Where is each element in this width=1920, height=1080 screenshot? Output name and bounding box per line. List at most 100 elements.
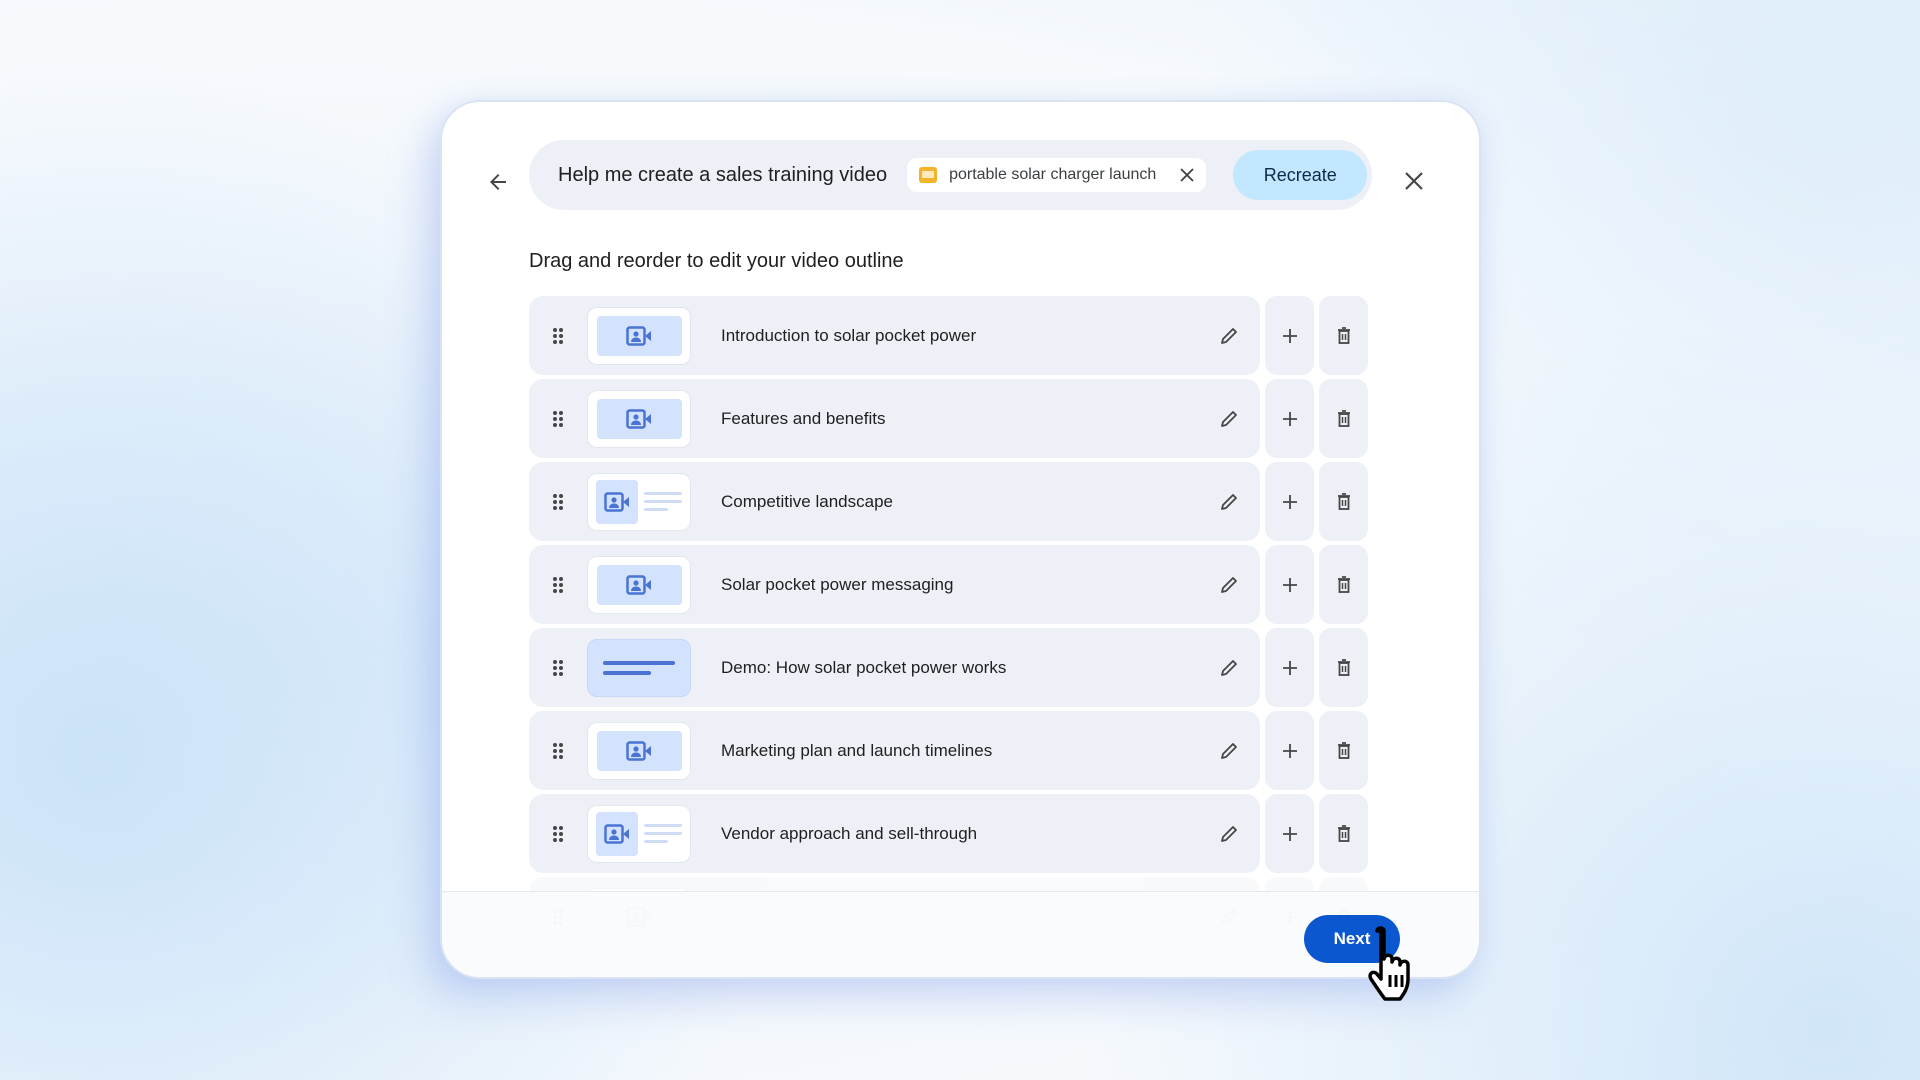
outline-row[interactable]: Demo: How solar pocket power works <box>529 628 1369 707</box>
drag-handle[interactable] <box>529 825 587 843</box>
prompt-bar[interactable]: Help me create a sales training video po… <box>529 140 1372 210</box>
edit-button[interactable] <box>1209 814 1249 854</box>
close-icon <box>1405 172 1423 190</box>
drag-handle-icon <box>553 493 563 510</box>
thumbnail-text <box>587 638 691 697</box>
outline-row-title: Demo: How solar pocket power works <box>721 657 1007 677</box>
video-frame <box>596 730 682 771</box>
outline-row[interactable]: Competitive landscape <box>529 462 1369 541</box>
outline-row[interactable]: Features and benefits <box>529 379 1369 458</box>
drag-handle[interactable] <box>529 327 587 345</box>
outline-row[interactable]: Marketing plan and launch timelines <box>529 711 1369 790</box>
drag-handle-icon <box>553 825 563 842</box>
add-button[interactable] <box>1265 794 1314 873</box>
video-frame <box>596 315 682 356</box>
trash-icon <box>1337 410 1350 427</box>
trash-icon <box>1337 493 1350 510</box>
video-avatar-icon <box>626 574 651 595</box>
footer: Next <box>442 891 1479 977</box>
pencil-icon <box>1221 493 1237 510</box>
video-avatar-icon <box>626 325 651 346</box>
slides-icon <box>919 167 938 183</box>
video-avatar-icon <box>604 491 629 512</box>
edit-button[interactable] <box>1209 316 1249 356</box>
pencil-icon <box>1221 742 1237 759</box>
close-button[interactable] <box>1390 157 1438 205</box>
trash-icon <box>1337 659 1350 676</box>
thumbnail-video <box>587 721 691 780</box>
pencil-icon <box>1221 576 1237 593</box>
outline-row-card[interactable]: Marketing plan and launch timelines <box>529 711 1260 790</box>
drag-handle[interactable] <box>529 659 587 677</box>
outline-row-title: Features and benefits <box>721 408 886 428</box>
outline-heading: Drag and reorder to edit your video outl… <box>529 250 904 272</box>
outline-row[interactable]: Solar pocket power messaging <box>529 545 1369 624</box>
plus-icon <box>1282 826 1297 841</box>
recreate-button[interactable]: Recreate <box>1233 150 1368 200</box>
outline-row-card[interactable]: Vendor approach and sell-through <box>529 794 1260 873</box>
pencil-icon <box>1221 825 1237 842</box>
video-avatar-icon <box>626 408 651 429</box>
edit-button[interactable] <box>1209 482 1249 522</box>
close-icon <box>1180 168 1194 182</box>
hand-pointer-cursor-icon <box>1368 926 1410 1001</box>
add-button[interactable] <box>1265 296 1314 375</box>
edit-button[interactable] <box>1209 731 1249 771</box>
arrow-left-icon <box>490 174 506 190</box>
back-button[interactable] <box>474 158 522 206</box>
pencil-icon <box>1221 410 1237 427</box>
video-frame <box>596 479 638 524</box>
video-frame <box>596 564 682 605</box>
delete-button[interactable] <box>1319 711 1368 790</box>
delete-button[interactable] <box>1319 628 1368 707</box>
outline-dialog: Help me create a sales training video po… <box>440 100 1481 979</box>
thumbnail-video <box>587 555 691 614</box>
add-button[interactable] <box>1265 711 1314 790</box>
outline-row-card[interactable]: Demo: How solar pocket power works <box>529 628 1260 707</box>
edit-button[interactable] <box>1209 648 1249 688</box>
video-frame <box>596 811 638 856</box>
drag-handle[interactable] <box>529 493 587 511</box>
edit-button[interactable] <box>1209 565 1249 605</box>
pencil-icon <box>1221 327 1237 344</box>
add-button[interactable] <box>1265 545 1314 624</box>
drag-handle-icon <box>553 410 563 427</box>
drag-handle[interactable] <box>529 410 587 428</box>
drag-handle-icon <box>553 576 563 593</box>
outline-row-title: Introduction to solar pocket power <box>721 325 977 345</box>
edit-button[interactable] <box>1209 399 1249 439</box>
drag-handle[interactable] <box>529 742 587 760</box>
drag-handle[interactable] <box>529 576 587 594</box>
outline-row[interactable]: Vendor approach and sell-through <box>529 794 1369 873</box>
delete-button[interactable] <box>1319 296 1368 375</box>
delete-button[interactable] <box>1319 545 1368 624</box>
outline-row-title: Solar pocket power messaging <box>721 574 954 594</box>
outline-row-card[interactable]: Introduction to solar pocket power <box>529 296 1260 375</box>
text-lines <box>644 492 682 511</box>
outline-row-title: Competitive landscape <box>721 491 893 511</box>
delete-button[interactable] <box>1319 379 1368 458</box>
remove-attachment-button[interactable] <box>1178 166 1196 184</box>
text-lines <box>644 824 682 843</box>
delete-button[interactable] <box>1319 794 1368 873</box>
add-button[interactable] <box>1265 462 1314 541</box>
attachment-chip[interactable]: portable solar charger launch <box>907 158 1207 192</box>
prompt-text[interactable]: Help me create a sales training video <box>558 164 887 187</box>
outline-row-card[interactable]: Competitive landscape <box>529 462 1260 541</box>
delete-button[interactable] <box>1319 462 1368 541</box>
thumbnail-video-text <box>587 472 691 531</box>
outline-list: Introduction to solar pocket power Featur… <box>529 296 1369 960</box>
outline-row-card[interactable]: Features and benefits <box>529 379 1260 458</box>
drag-handle-icon <box>553 327 563 344</box>
thumbnail-video <box>587 389 691 448</box>
outline-row-card[interactable]: Solar pocket power messaging <box>529 545 1260 624</box>
add-button[interactable] <box>1265 628 1314 707</box>
video-avatar-icon <box>604 823 629 844</box>
plus-icon <box>1282 660 1297 675</box>
plus-icon <box>1282 577 1297 592</box>
thumbnail-video <box>587 306 691 365</box>
add-button[interactable] <box>1265 379 1314 458</box>
trash-icon <box>1337 327 1350 344</box>
outline-row[interactable]: Introduction to solar pocket power <box>529 296 1369 375</box>
drag-handle-icon <box>553 742 563 759</box>
